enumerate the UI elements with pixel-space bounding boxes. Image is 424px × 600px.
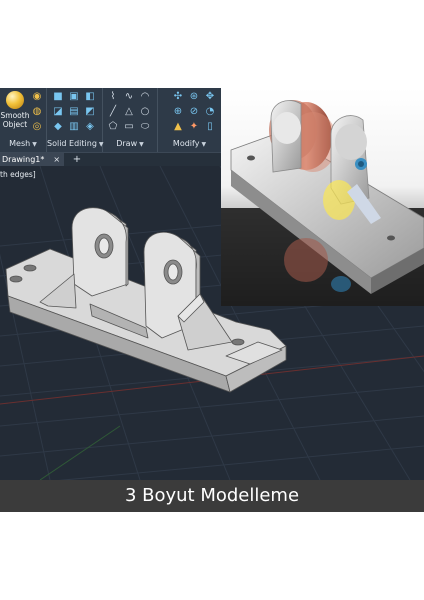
mesh-smooth-more-icon[interactable]: ◉: [31, 91, 43, 103]
fillet-edges-icon[interactable]: ◩: [84, 106, 96, 118]
3d-rotate-icon[interactable]: ✣: [172, 91, 184, 103]
modify-tools: ✣ ⊛ ✥ ⊕ ⊘ ◔ ▲ ✦ ▯: [172, 91, 217, 134]
polyline-icon[interactable]: ⌇: [107, 91, 119, 103]
erase-icon[interactable]: ✦: [188, 121, 200, 133]
spline-icon[interactable]: ∿: [123, 91, 135, 103]
ribbon-group-label-mesh[interactable]: Mesh ▼: [0, 138, 46, 151]
plus-icon[interactable]: +: [70, 153, 84, 167]
polygon-icon[interactable]: △: [123, 106, 135, 118]
ribbon-panel: Smooth Object ◉ ◍ ◎ Mesh ▼ ■ ▣ ◧ ◪ ▤ ◩ ◆ …: [0, 88, 221, 152]
solid-editing-tools: ■ ▣ ◧ ◪ ▤ ◩ ◆ ▥ ◈: [52, 91, 97, 134]
rendered-bearing-image: [221, 88, 424, 306]
warning-icon[interactable]: ▲: [172, 121, 184, 133]
dropdown-caret-icon: ▼: [201, 141, 207, 148]
3d-array-icon[interactable]: ⊕: [172, 106, 184, 118]
3d-scale-icon[interactable]: ◔: [204, 106, 216, 118]
ribbon-group-label-modify[interactable]: Modify ▼: [158, 138, 221, 151]
mesh-smooth-less-icon[interactable]: ◍: [31, 106, 43, 118]
tab-drawing1[interactable]: Drawing1* ×: [0, 153, 65, 167]
ribbon-group-draw: ⌇ ∿ ◠ ╱ △ ○ ⬠ ▭ ⬭ Draw ▼: [103, 88, 158, 152]
arc-icon[interactable]: ◠: [139, 91, 151, 103]
document-tab-strip: Drawing1* × +: [0, 152, 221, 167]
smooth-object-label-line1: Smooth: [0, 111, 30, 120]
ribbon-group-mesh: Smooth Object ◉ ◍ ◎ Mesh ▼: [0, 88, 47, 152]
intersect-icon[interactable]: ◆: [52, 121, 64, 133]
ribbon-group-solid-editing: ■ ▣ ◧ ◪ ▤ ◩ ◆ ▥ ◈ Solid Editing ▼: [47, 88, 104, 152]
3d-mirror-icon[interactable]: ⊘: [188, 106, 200, 118]
3d-align-icon[interactable]: ⊛: [188, 91, 200, 103]
visual-style-label[interactable]: th edges]: [0, 170, 36, 179]
extrude-faces-icon[interactable]: ◧: [84, 91, 96, 103]
top-margin: [0, 0, 424, 88]
union-icon[interactable]: ■: [52, 91, 64, 103]
line-icon[interactable]: ╱: [107, 106, 119, 118]
dropdown-caret-icon: ▼: [139, 141, 144, 148]
ellipse-icon[interactable]: ⬭: [139, 121, 151, 133]
bottom-margin: [0, 512, 424, 600]
draw-tools: ⌇ ∿ ◠ ╱ △ ○ ⬠ ▭ ⬭: [107, 91, 152, 134]
rectangle-icon[interactable]: ▭: [123, 121, 135, 133]
mesh-tools: ◉ ◍ ◎: [31, 91, 44, 134]
rendered-model-inset: [221, 88, 424, 306]
ribbon-group-label-solid-editing[interactable]: Solid Editing ▼: [47, 138, 104, 151]
move-icon[interactable]: ✥: [204, 91, 216, 103]
extract-edges-icon[interactable]: ▣: [68, 91, 80, 103]
mesh-refine-icon[interactable]: ◎: [31, 121, 43, 133]
close-icon[interactable]: ×: [53, 155, 60, 164]
subtract-icon[interactable]: ◪: [52, 106, 64, 118]
ribbon-group-modify: ✣ ⊛ ✥ ⊕ ⊘ ◔ ▲ ✦ ▯ Modify ▼: [158, 88, 221, 152]
smooth-object-label-line2: Object: [2, 120, 28, 129]
properties-icon[interactable]: ▯: [204, 121, 216, 133]
smooth-object-button[interactable]: Smooth Object: [0, 91, 30, 137]
y-axis-line: [39, 425, 121, 480]
dropdown-caret-icon: ▼: [32, 141, 37, 148]
ribbon-group-label-draw[interactable]: Draw ▼: [103, 138, 157, 151]
slice-icon[interactable]: ◈: [84, 121, 96, 133]
caption-banner: 3 Boyut Modelleme: [0, 480, 424, 512]
shell-icon[interactable]: ▥: [68, 121, 80, 133]
tab-drawing1-label: Drawing1*: [2, 155, 45, 164]
smooth-object-icon: [6, 91, 24, 109]
separate-icon[interactable]: ▤: [68, 106, 80, 118]
pentagon-icon[interactable]: ⬠: [107, 121, 119, 133]
circle-icon[interactable]: ○: [139, 106, 151, 118]
